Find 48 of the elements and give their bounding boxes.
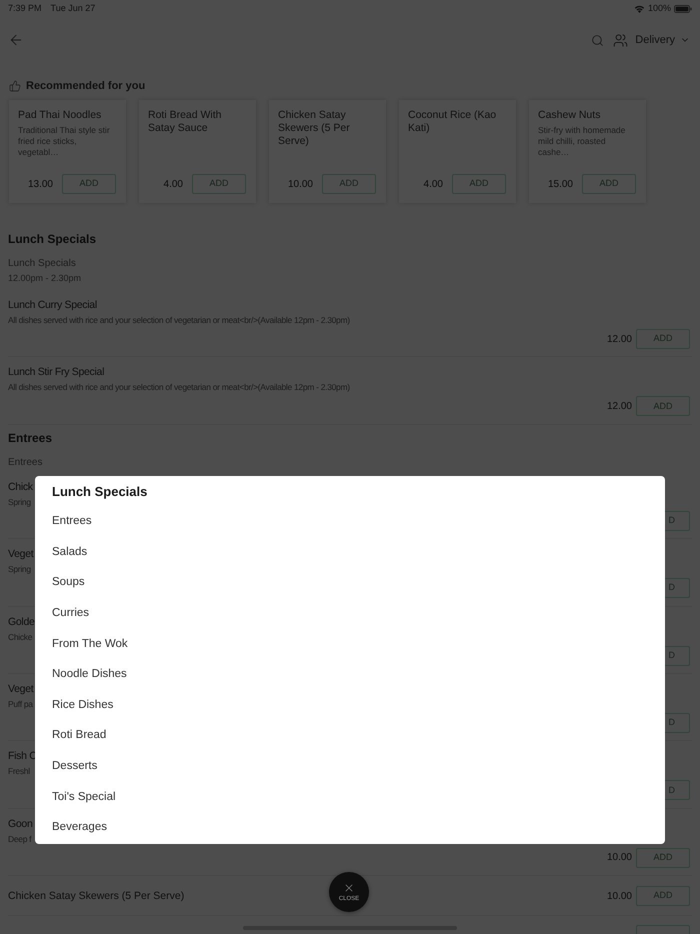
item-name: Veget <box>8 682 34 696</box>
item-name: Lunch Curry Special <box>8 298 97 312</box>
category-item[interactable]: Entrees <box>52 513 92 531</box>
product-price: 4.00 <box>164 178 183 192</box>
product-name: Cashew Nuts <box>538 109 602 122</box>
category-item[interactable]: Noodle Dishes <box>52 666 127 684</box>
wifi-icon <box>634 4 645 12</box>
category-item[interactable]: Rice Dishes <box>52 696 114 714</box>
category-item[interactable]: Lunch Specials <box>52 482 148 502</box>
item-price: 12.00 <box>606 332 632 346</box>
category-item[interactable]: Beverages <box>52 819 107 836</box>
section-heading: Lunch Specials <box>8 231 96 247</box>
item-name: Chicken Satay Skewers (5 Per Serve) <box>8 889 184 904</box>
add-button[interactable] <box>636 925 690 934</box>
status-date: Tue Jun 27 <box>50 2 96 15</box>
product-price: 4.00 <box>424 178 443 192</box>
category-item[interactable]: Roti Bread <box>52 727 106 745</box>
item-name: Golde <box>8 614 35 629</box>
product-name: Chicken Satay Skewers (5 Per Serve) <box>278 109 351 148</box>
item-name: Goon <box>8 816 32 831</box>
product-price: 10.00 <box>288 178 313 192</box>
item-name: Lunch Stir Fry Special <box>8 365 104 380</box>
search-icon <box>591 34 604 46</box>
category-item[interactable]: Toi's Special <box>52 788 116 806</box>
item-price: 10.00 <box>606 851 632 866</box>
section-heading: Entrees <box>8 430 52 446</box>
product-name: Roti Bread With Satay Sauce <box>148 109 223 135</box>
category-item[interactable]: Soups <box>52 574 85 592</box>
product-price: 13.00 <box>28 178 53 192</box>
battery-percentage: 100% <box>648 2 671 15</box>
category-item[interactable]: From The Wok <box>52 636 128 653</box>
item-price: 12.00 <box>606 400 632 414</box>
product-name: Pad Thai Noodles <box>18 109 102 122</box>
back-button[interactable] <box>8 32 24 48</box>
battery-icon <box>674 4 692 12</box>
item-price: 10.00 <box>606 890 632 904</box>
item-name: Veget <box>8 547 34 562</box>
category-item[interactable]: Curries <box>52 605 90 622</box>
category-item[interactable]: Salads <box>52 544 88 562</box>
status-time: 7:39 PM <box>8 2 42 15</box>
product-name: Coconut Rice (Kao Kati) <box>408 109 498 135</box>
category-item[interactable]: Desserts <box>52 758 98 776</box>
search-button[interactable] <box>591 34 604 46</box>
product-price: 15.00 <box>548 178 573 192</box>
section-title: Recommended for you <box>26 78 146 94</box>
people-icon <box>613 32 628 48</box>
item-name: Chick <box>8 480 33 494</box>
thumbs-up-icon <box>9 80 21 92</box>
